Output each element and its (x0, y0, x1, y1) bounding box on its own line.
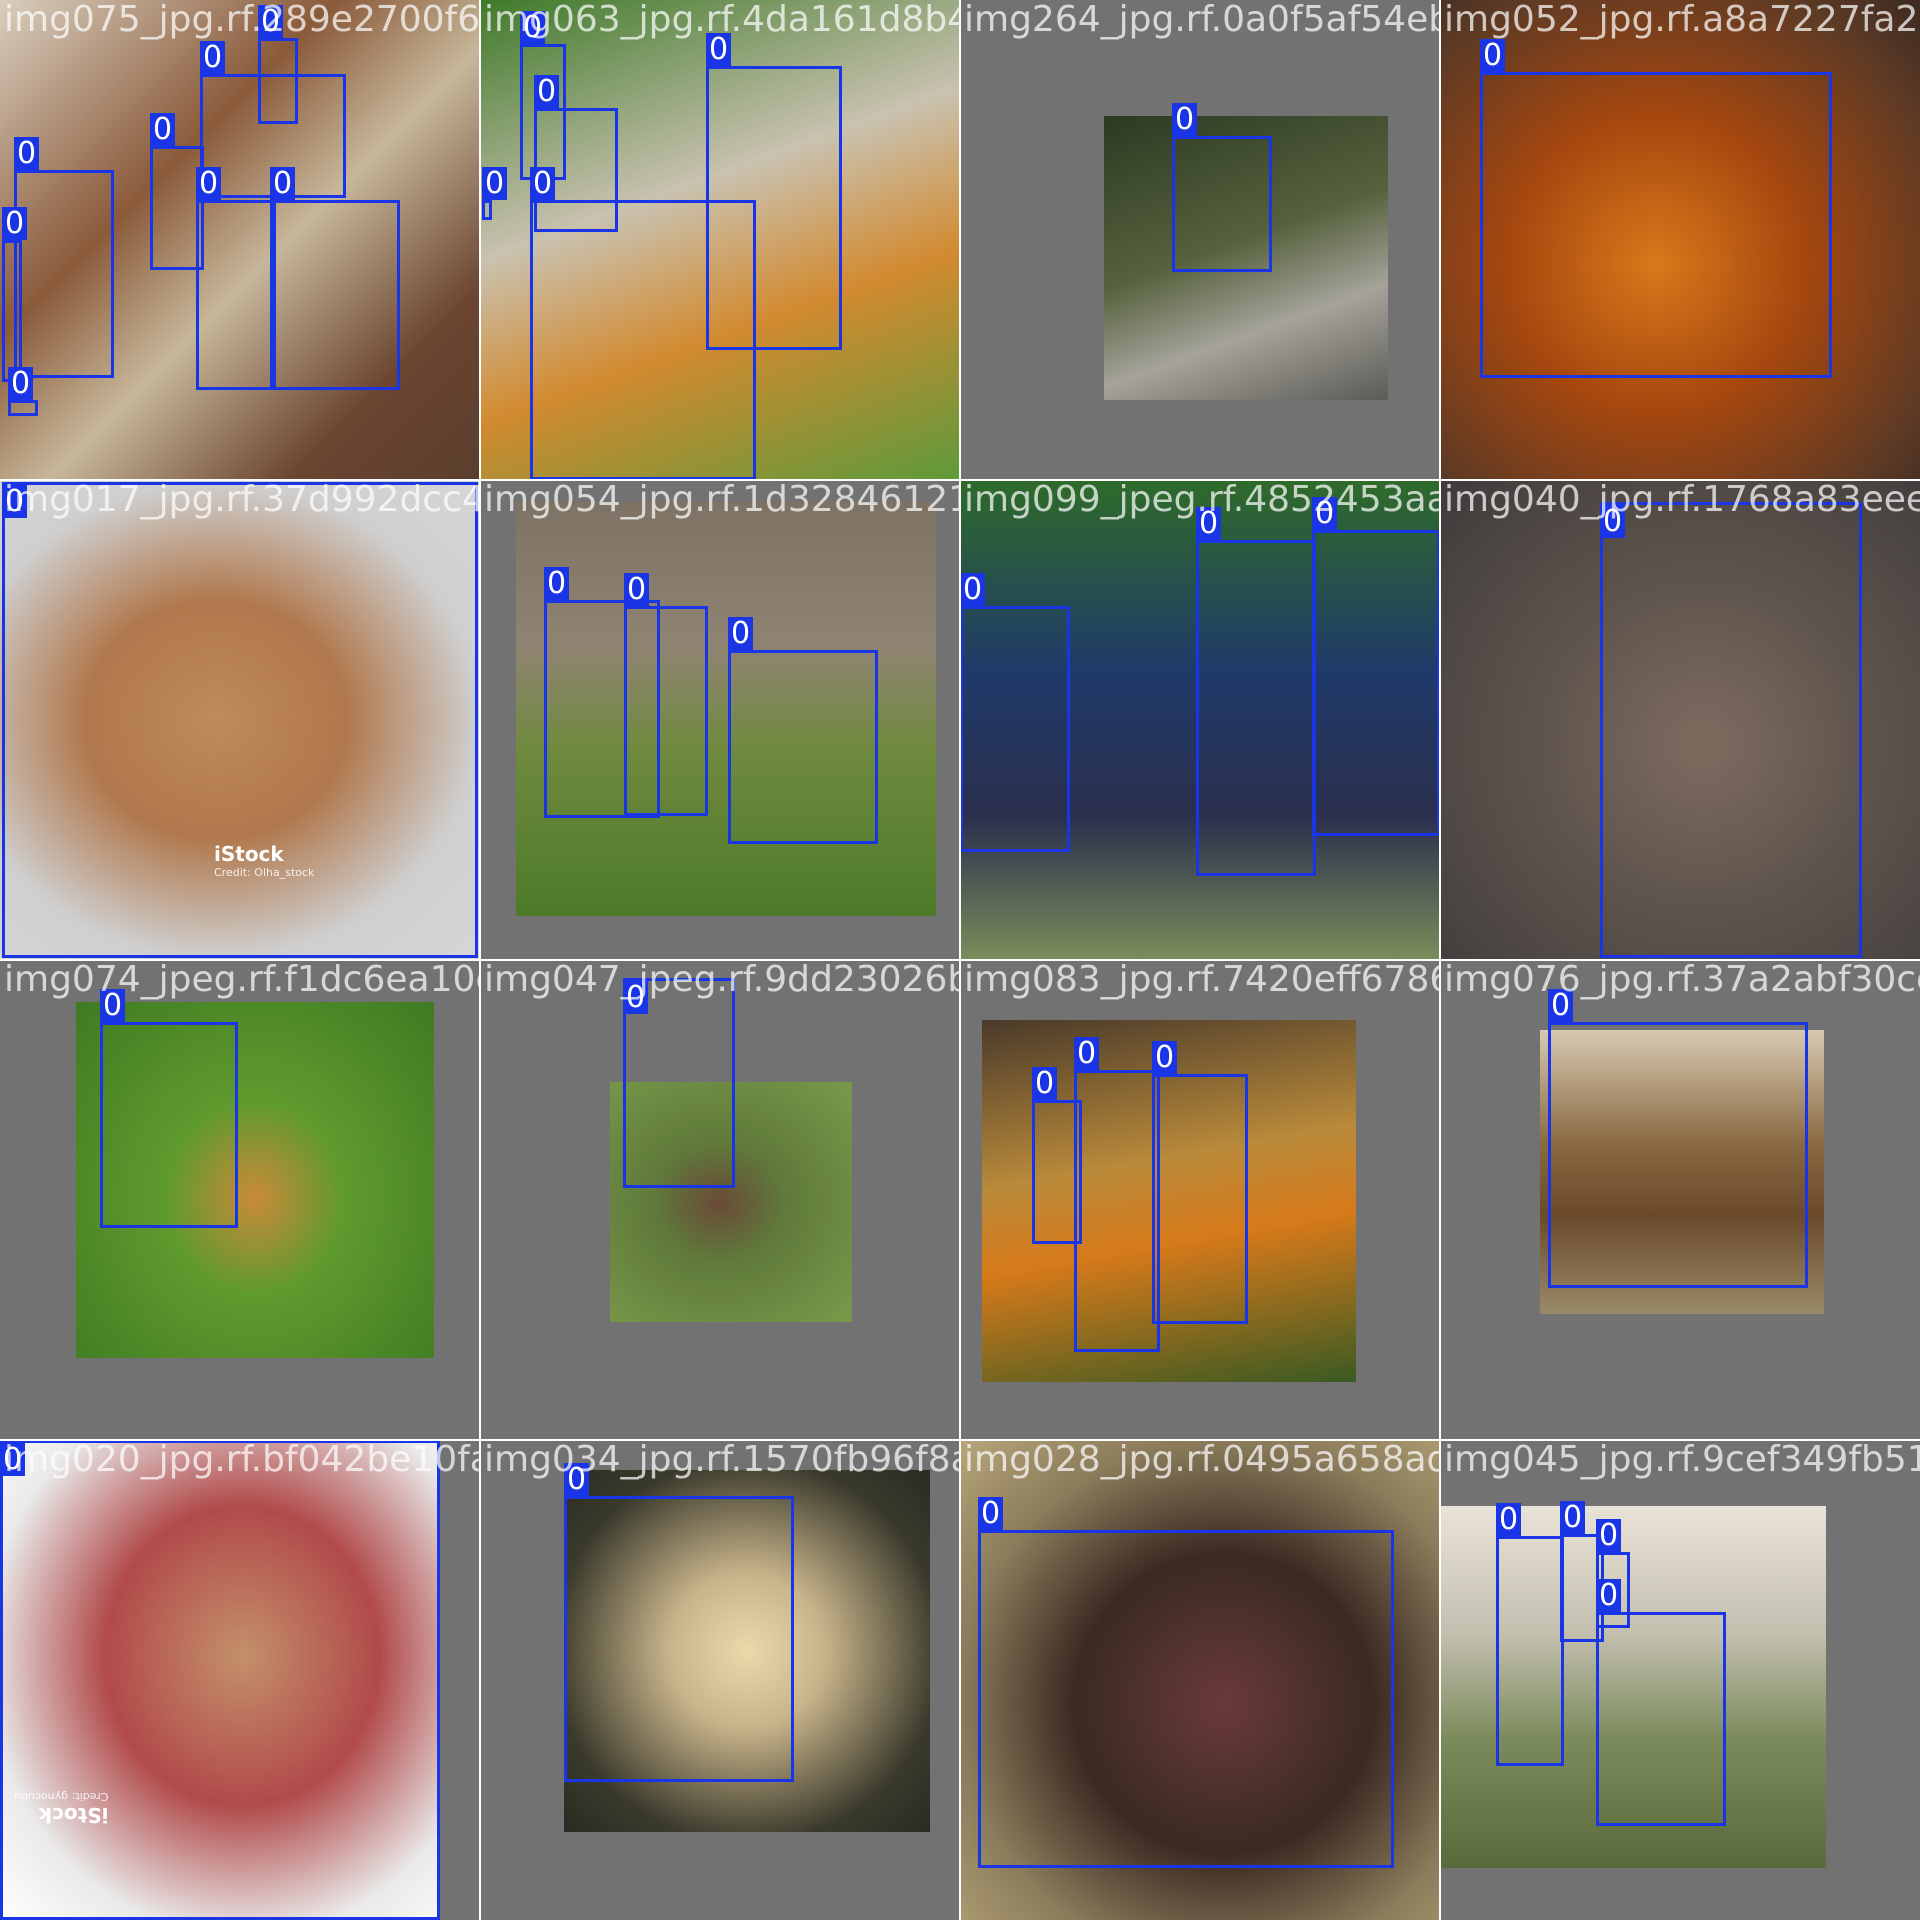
detection-box: 0 (196, 167, 276, 390)
class-label: 0 (196, 167, 222, 200)
detection-box: 0 (8, 367, 38, 416)
tile-filename: img264_jpg.rf.0a0f5af54eb2306d4a90d52372… (964, 0, 1440, 40)
tile-filename: img045_jpg.rf.9cef349fb51490ab (1444, 1440, 1920, 1480)
class-label: 0 (2, 207, 28, 240)
class-label: 0 (8, 367, 34, 400)
class-label: 0 (564, 1463, 590, 1496)
class-label: 0 (1480, 39, 1506, 72)
mosaic-tile: 000img054_jpg.rf.1d3284612126dd9a099bde0… (480, 480, 960, 960)
mosaic-tile: 000img083_jpg.rf.7420eff678633a0a0776f3 (960, 960, 1440, 1440)
detection-box: 0 (1596, 1579, 1726, 1826)
class-label: 0 (482, 167, 508, 200)
mosaic-tile: 000img099_jpeg.rf.4852453aad144704c5f7eb… (960, 480, 1440, 960)
class-label: 0 (0, 1443, 26, 1476)
class-label: 0 (200, 41, 226, 74)
mosaic-tile: 0img040_jpg.rf.1768a83eee89 (1440, 480, 1920, 960)
mosaic-tile: 0img052_jpg.rf.a8a7227fa2264fc40ec6c (1440, 0, 1920, 480)
detection-box: 0 (564, 1463, 794, 1782)
mosaic-tile: 0img076_jpg.rf.37a2abf30ce2cf1 (1440, 960, 1920, 1440)
detection-box: 0 (1152, 1041, 1248, 1324)
class-label: 0 (706, 33, 732, 66)
tile-filename: img076_jpg.rf.37a2abf30ce2cf1 (1444, 960, 1920, 1000)
detection-box: 0 (623, 978, 735, 1188)
mosaic-tile: 0img047_jpeg.rf.9dd23026be7557083 (480, 960, 960, 1440)
mosaic-grid: 00000000img075_jpg.rf.289e2700f6f8804c96… (0, 0, 1920, 1920)
detection-box: 0 (960, 573, 1070, 852)
detection-box: 0 (482, 167, 508, 220)
class-label: 0 (1032, 1067, 1058, 1100)
detection-box: 0 (1196, 507, 1316, 876)
mosaic-tile: iStock Credit: gynocubu 0 img020_jpg.rf.bf0… (0, 1440, 480, 1920)
class-label: 0 (978, 1497, 1004, 1530)
detection-box: 0 (624, 573, 708, 816)
class-label: 0 (1312, 497, 1338, 530)
detection-box: 0 (530, 167, 756, 480)
class-label: 0 (520, 11, 546, 44)
class-label: 0 (1074, 1037, 1100, 1070)
detection-box: 0 (14, 137, 114, 378)
detection-box: 0 (2, 207, 28, 382)
detection-box: 0 (270, 167, 400, 390)
grid-divider (0, 1439, 1920, 1441)
class-label: 0 (1172, 103, 1198, 136)
mosaic-tile: 0 img264_jpg.rf.0a0f5af54eb2306d4a90d5237… (960, 0, 1440, 480)
mosaic-tile: 0img028_jpg.rf.0495a658adba5c0421 (960, 1440, 1440, 1920)
grid-divider (0, 959, 1920, 961)
mosaic-tile: 0img034_jpg.rf.1570fb96f8a33d28191 (480, 1440, 960, 1920)
detection-box: 0 (0, 1440, 440, 1920)
mosaic-tile: 0000img045_jpg.rf.9cef349fb51490ab (1440, 1440, 1920, 1920)
class-label: 0 (100, 989, 126, 1022)
detection-box: 0 (258, 5, 298, 124)
class-label: 0 (530, 167, 556, 200)
mosaic-tile: 00000img063_jpg.rf.4da161d8b4d4a421ad494… (480, 0, 960, 480)
detection-box: 0 (978, 1497, 1394, 1868)
class-label: 0 (1596, 1519, 1622, 1552)
detection-box: 0 (1172, 103, 1272, 272)
class-label: 0 (1596, 1579, 1622, 1612)
detection-box: 0 (1548, 989, 1808, 1288)
class-label: 0 (1196, 507, 1222, 540)
tile-filename: img083_jpg.rf.7420eff678633a0a0776f3 (964, 960, 1440, 1000)
class-label: 0 (544, 567, 570, 600)
detection-box: 0 (2, 482, 478, 958)
class-label: 0 (623, 981, 649, 1014)
detection-box: 0 (100, 989, 238, 1228)
class-label: 0 (1560, 1501, 1586, 1534)
class-label: 0 (1496, 1503, 1522, 1536)
class-label: 0 (2, 485, 28, 518)
class-label: 0 (1600, 505, 1626, 538)
mosaic-tile: 0img074_jpeg.rf.f1dc6ea10e1591047fce2437 (0, 960, 480, 1440)
class-label: 0 (258, 5, 284, 38)
mosaic-tile: 00000000img075_jpg.rf.289e2700f6f8804c96… (0, 0, 480, 480)
detection-box: 0 (1600, 502, 1862, 958)
class-label: 0 (14, 137, 40, 170)
class-label: 0 (728, 617, 754, 650)
class-label: 0 (534, 75, 560, 108)
detection-box: 0 (1074, 1037, 1160, 1352)
detection-box: 0 (1496, 1503, 1564, 1766)
class-label: 0 (1152, 1041, 1178, 1074)
class-label: 0 (150, 113, 176, 146)
class-label: 0 (960, 573, 986, 606)
tile-filename: img074_jpeg.rf.f1dc6ea10e1591047fce2437 (4, 960, 480, 1000)
mosaic-tile: iStock Credit: Olha_stock 0 img017_jpg.rf.3… (0, 480, 480, 960)
class-label: 0 (270, 167, 296, 200)
class-label: 0 (624, 573, 650, 606)
detection-box: 0 (1312, 497, 1440, 836)
detection-box: 0 (1480, 39, 1832, 378)
detection-box: 0 (728, 617, 878, 844)
class-label: 0 (1548, 989, 1574, 1022)
grid-divider (1439, 0, 1441, 1920)
